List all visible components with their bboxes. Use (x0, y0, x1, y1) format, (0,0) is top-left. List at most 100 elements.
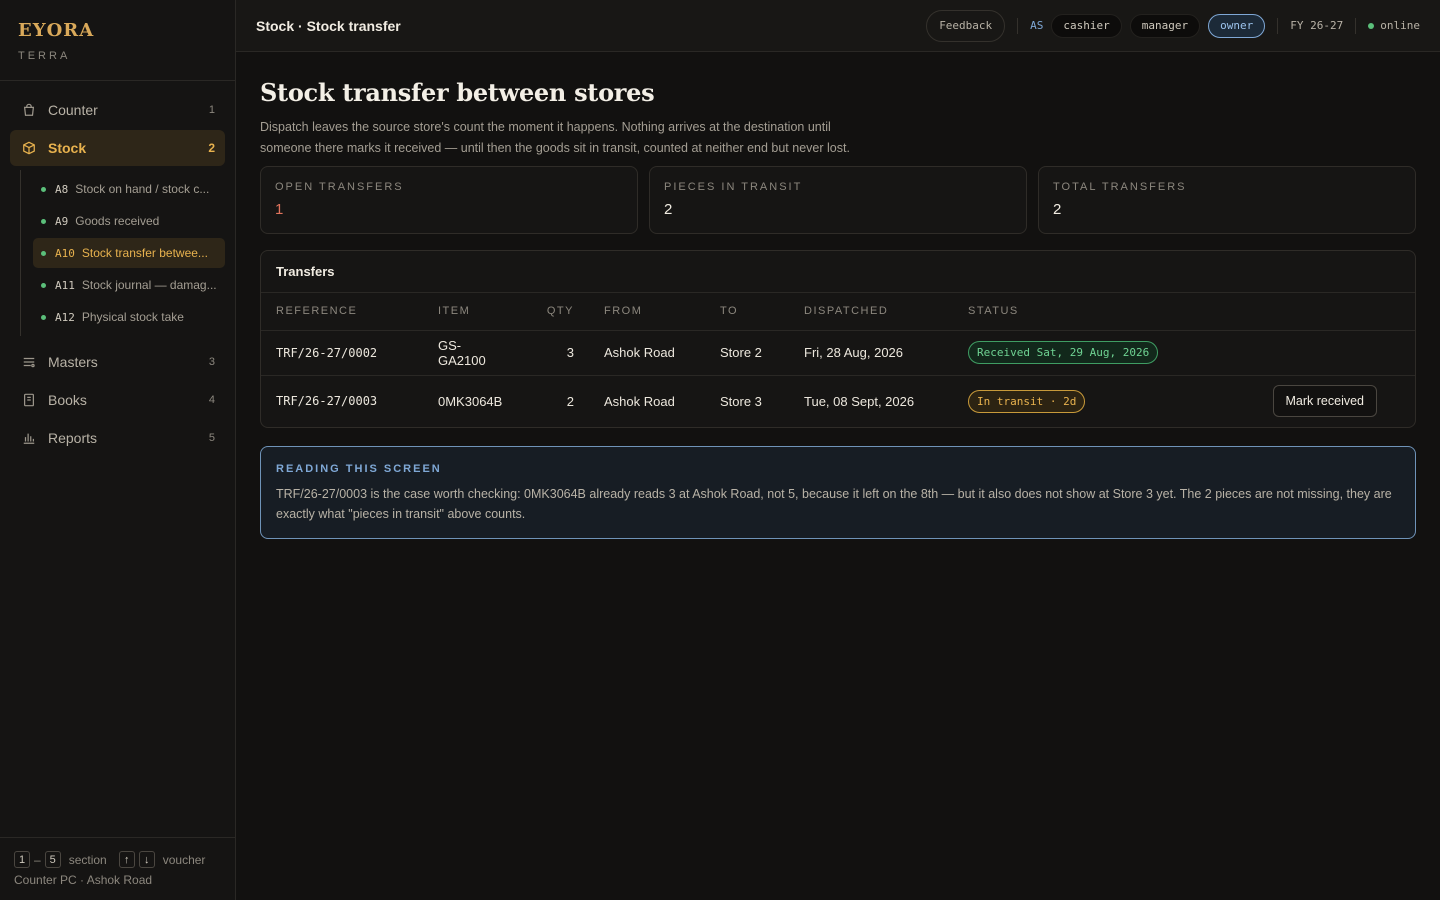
key-cap-up: ↑ (118, 851, 135, 868)
kpi-label: PIECES IN TRANSIT (664, 181, 803, 193)
fiscal-year: FY 26-27 (1290, 19, 1344, 32)
keyboard-hints: 1 – 5 section ↑ ↓ voucher (14, 851, 222, 868)
column-header-from: FROM (589, 293, 705, 331)
column-header-qty: QTY (519, 293, 589, 331)
hint-label: section (68, 852, 107, 867)
role-cashier[interactable]: cashier (1051, 13, 1122, 38)
shopping-bag-icon (23, 103, 35, 116)
kpi-value: 2 (1053, 201, 1062, 218)
cell-dispatched: Tue, 08 Sept, 2026 (804, 393, 915, 409)
subnav-code: A8 (55, 182, 69, 196)
subnav-code: A9 (55, 214, 69, 228)
connection-status-label: online (1380, 19, 1420, 32)
sidebar-item-shortcut: 5 (208, 432, 215, 444)
column-header-action (1237, 293, 1415, 331)
brand: EYORA TERRA (0, 0, 235, 81)
kpi-row: OPEN TRANSFERS 1 PIECES IN TRANSIT 2 TOT… (260, 166, 1416, 234)
table-header-row: REFERENCE ITEM QTY FROM TO DISPATCHED ST… (261, 293, 1415, 331)
transfers-table: REFERENCE ITEM QTY FROM TO DISPATCHED ST… (261, 293, 1415, 427)
kpi-open-transfers: OPEN TRANSFERS 1 (260, 166, 638, 234)
reading-note: READING THIS SCREEN TRF/26-27/0003 is th… (260, 446, 1416, 539)
status-dot (41, 250, 46, 256)
sidebar-item-books[interactable]: Books 4 (10, 382, 225, 418)
kpi-pieces-in-transit: PIECES IN TRANSIT 2 (649, 166, 1027, 234)
cell-item: GS-GA2100 (423, 330, 519, 376)
cell-from: Ashok Road (589, 330, 705, 376)
sidebar-item-shortcut: 2 (208, 141, 215, 155)
subnav-code: A12 (55, 310, 75, 324)
connection-status: online (1368, 19, 1420, 32)
sidebar-item-label: Reports (48, 430, 98, 446)
column-header-to: TO (705, 293, 789, 331)
status-badge-in-transit: In transit · 2d (968, 389, 1086, 413)
brand-subtitle: TERRA (18, 50, 71, 62)
status-dot (41, 314, 46, 320)
terminal-location: Counter PC · Ashok Road (14, 873, 153, 887)
key-cap: 5 (44, 851, 61, 868)
table-row: TRF/26-27/0003 0MK3064B 2 Ashok Road Sto… (261, 375, 1415, 427)
transfers-card: Transfers REFERENCE ITEM QTY FROM TO DIS… (260, 250, 1416, 428)
sidebar-item-label: Stock (48, 140, 87, 156)
page-title: Stock transfer between stores (260, 78, 655, 107)
role-manager[interactable]: manager (1129, 13, 1201, 38)
sidebar-item-label: Counter (48, 102, 98, 118)
column-header-reference: REFERENCE (261, 293, 423, 331)
kpi-label: OPEN TRANSFERS (275, 181, 404, 193)
sidebar-item-shortcut: 1 (208, 104, 215, 116)
key-range-dash: – (34, 852, 41, 867)
cell-status: In transit · 2d (953, 375, 1237, 427)
subnav-item-a11[interactable]: A11 Stock journal — damag... (33, 270, 225, 300)
sidebar-item-stock[interactable]: Stock 2 (10, 130, 225, 166)
cell-reference: TRF/26-27/0002 (261, 330, 423, 376)
book-icon (24, 393, 34, 407)
bar-chart-icon (23, 433, 35, 444)
breadcrumb: Stock · Stock transfer (256, 17, 401, 34)
cell-qty: 3 (519, 330, 589, 376)
role-switcher: cashier manager owner (1051, 13, 1266, 38)
brand-name: EYORA (18, 20, 95, 41)
cell-dispatched: Fri, 28 Aug, 2026 (789, 330, 953, 376)
kpi-value: 2 (664, 201, 673, 218)
status-badge-received: Received Sat, 29 Aug, 2026 (968, 341, 1159, 364)
subnav-item-a9[interactable]: A9 Goods received (33, 206, 225, 236)
sidebar-footer: 1 – 5 section ↑ ↓ voucher Counter PC · A… (0, 837, 236, 900)
column-header-item: ITEM (423, 293, 519, 331)
subnav-code: A11 (55, 278, 75, 292)
status-dot (41, 218, 46, 224)
subnav-code: A10 (55, 246, 75, 260)
subnav-label: Stock transfer betwee... (81, 246, 208, 260)
subnav-label: Goods received (75, 214, 160, 228)
subnav-label: Stock on hand / stock c... (75, 182, 210, 196)
page-description: Dispatch leaves the source store's count… (260, 120, 850, 155)
cell-item: 0MK3064B (438, 393, 503, 409)
cell-action (1237, 330, 1415, 376)
sidebar: EYORA TERRA Counter 1 Stock 2 A8 Stock o… (0, 0, 236, 900)
feedback-button[interactable]: Feedback (926, 9, 1006, 42)
kpi-total-transfers: TOTAL TRANSFERS 2 (1038, 166, 1416, 234)
divider (1017, 17, 1019, 34)
role-owner[interactable]: owner (1208, 13, 1266, 38)
table-row: TRF/26-27/0002 GS-GA2100 3 Ashok Road St… (261, 330, 1415, 376)
subnav-item-a12[interactable]: A12 Physical stock take (33, 302, 225, 332)
key-cap-down: ↓ (138, 851, 155, 868)
mark-received-button[interactable]: Mark received (1272, 385, 1377, 418)
cell-reference: TRF/26-27/0003 (276, 394, 378, 409)
divider (1277, 17, 1279, 34)
subnav-item-a8[interactable]: A8 Stock on hand / stock c... (33, 174, 225, 204)
topbar: Stock · Stock transfer Feedback AS cashi… (236, 0, 1440, 52)
sidebar-nav: Counter 1 Stock 2 A8 Stock on hand / sto… (0, 81, 235, 456)
main-content: Stock transfer between stores Dispatch l… (260, 52, 1416, 539)
cell-qty: 2 (566, 393, 574, 409)
column-header-status: STATUS (953, 293, 1237, 331)
sidebar-item-counter[interactable]: Counter 1 (10, 92, 225, 128)
subnav-item-a10[interactable]: A10 Stock transfer betwee... (33, 238, 225, 268)
sidebar-item-reports[interactable]: Reports 5 (10, 420, 225, 456)
sidebar-item-masters[interactable]: Masters 3 (10, 344, 225, 380)
subnav-label: Physical stock take (81, 310, 184, 324)
stock-subnav: A8 Stock on hand / stock c... A9 Goods r… (20, 170, 225, 336)
cell-status: Received Sat, 29 Aug, 2026 (953, 330, 1237, 376)
online-dot-icon (1368, 22, 1375, 29)
hint-label: voucher (162, 852, 206, 867)
role-switch-label: AS (1030, 19, 1044, 32)
sidebar-item-shortcut: 3 (208, 356, 215, 368)
